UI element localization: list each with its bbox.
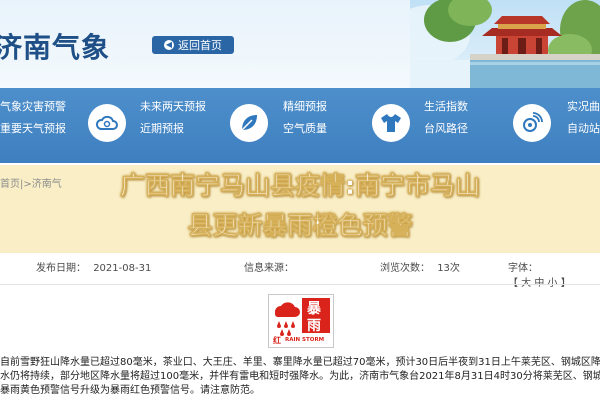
nav-link-disaster-warning[interactable]: 气象灾害预警: [0, 98, 66, 116]
site-header: 济南气象 ◀ 返回首页: [0, 0, 600, 88]
headline-line-2: 县更新暴雨橙色预警: [187, 211, 413, 241]
pavilion-scenery-image: [410, 0, 600, 88]
satellite-icon[interactable]: [513, 104, 551, 142]
cloud-icon[interactable]: [88, 104, 126, 142]
page-headline: 广西南宁马山县疫情:南宁市马山 县更新暴雨橙色预警: [0, 166, 600, 246]
nav-link-typhoon-path[interactable]: 台风路径: [424, 120, 468, 138]
site-title: 济南气象: [0, 31, 111, 64]
nav-link-live-curve[interactable]: 实况曲: [567, 98, 600, 116]
warning-color-label: 红: [273, 336, 281, 345]
view-count-value: 13次: [437, 263, 460, 274]
back-home-label: 返回首页: [178, 39, 222, 52]
publish-date-label: 发布日期：: [36, 263, 86, 274]
leaf-icon[interactable]: [230, 104, 268, 142]
view-count: 浏览次数： 13次: [380, 259, 460, 274]
nav-item-live[interactable]: 实况曲 自动站: [567, 98, 600, 138]
nav-link-important-weather[interactable]: 重要天气预报: [0, 120, 66, 138]
nav-link-life-index[interactable]: 生活指数: [424, 98, 468, 116]
category-nav: 气象灾害预警 重要天气预报 未来两天预报 近期预报 精细预报 空气质量 生活指数…: [0, 88, 600, 163]
nav-link-fine-forecast[interactable]: 精细预报: [283, 98, 327, 116]
nav-item-life[interactable]: 生活指数 台风路径: [424, 98, 468, 138]
nav-link-auto-station[interactable]: 自动站: [567, 120, 600, 138]
headline-line-1: 广西南宁马山县疫情:南宁市马山: [120, 171, 481, 201]
warning-en-label: RAIN STORM: [285, 337, 325, 343]
article-line-2: 水仍将持续，部分地区降水量将超过100毫米，并伴有雷电和短时强降水。为此，济南市…: [0, 371, 600, 382]
article-line-3: 暴雨黄色预警信号升级为暴雨红色预警信号。请注意防范。: [0, 385, 260, 396]
info-source: 信息来源：: [244, 259, 294, 274]
article-line-1: 自前雪野狂山降水量已超过80毫米，茶业口、大王庄、羊里、寨里降水量已超过70毫米…: [0, 357, 600, 368]
publish-date-value: 2021-08-31: [93, 263, 152, 274]
shirt-icon[interactable]: [372, 104, 410, 142]
font-size-label: 字体：: [508, 263, 538, 274]
home-icon: ◀: [164, 40, 174, 50]
divider: [0, 284, 600, 285]
nav-link-recent-forecast[interactable]: 近期预报: [140, 120, 206, 138]
nav-item-forecast[interactable]: 未来两天预报 近期预报: [140, 98, 206, 138]
info-source-label: 信息来源：: [244, 263, 294, 274]
nav-link-two-day-forecast[interactable]: 未来两天预报: [140, 98, 206, 116]
nav-item-fine[interactable]: 精细预报 空气质量: [283, 98, 327, 138]
warning-char-bottom: 雨: [307, 318, 321, 334]
nav-item-warning[interactable]: 气象灾害预警 重要天气预报: [0, 98, 66, 138]
publish-date: 发布日期： 2021-08-31: [36, 259, 151, 274]
rainstorm-red-warning-icon: 暴 雨 红 RAIN STORM: [268, 294, 334, 348]
view-count-label: 浏览次数：: [380, 263, 430, 274]
back-home-button[interactable]: ◀ 返回首页: [152, 36, 234, 54]
article-body: 自前雪野狂山降水量已超过80毫米，茶业口、大王庄、羊里、寨里降水量已超过70毫米…: [0, 356, 600, 398]
nav-link-air-quality[interactable]: 空气质量: [283, 120, 327, 138]
